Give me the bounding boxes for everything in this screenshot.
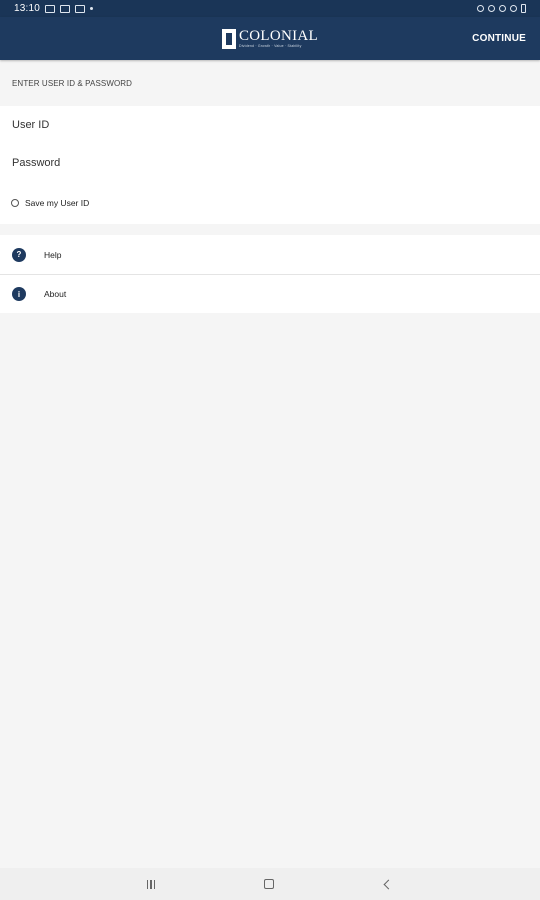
home-icon xyxy=(264,879,274,889)
mute-icon xyxy=(477,5,484,12)
login-form-card: Save my User ID xyxy=(0,106,540,224)
menu-item-label: Help xyxy=(44,249,62,260)
save-user-id-checkbox[interactable] xyxy=(11,199,19,207)
user-id-input[interactable] xyxy=(0,106,540,144)
colonial-logo: COLONIAL Dividend · Growth · Value · Sta… xyxy=(221,27,319,49)
screen: 13:10 COLONIAL Dividend · Growth · Value… xyxy=(0,0,540,900)
battery-icon xyxy=(521,4,526,13)
help-icon: ? xyxy=(12,247,26,262)
notification-icon xyxy=(45,4,56,13)
login-section-title: ENTER USER ID & PASSWORD xyxy=(12,78,133,88)
menu-item-help[interactable]: ? Help xyxy=(0,235,540,274)
signal-icon xyxy=(510,5,517,12)
more-dot-icon xyxy=(90,7,94,10)
logo-text: COLONIAL xyxy=(238,27,319,44)
image-icon xyxy=(75,4,86,13)
recent-apps-button[interactable] xyxy=(131,868,171,900)
continue-button[interactable]: CONTINUE xyxy=(472,17,526,60)
status-bar: 13:10 xyxy=(0,0,540,17)
chat-icon xyxy=(60,4,71,13)
logo-tagline: Dividend · Growth · Value · Stability xyxy=(238,43,302,48)
menu-card: ? Help i About xyxy=(0,235,540,313)
menu-item-label: About xyxy=(44,289,67,299)
home-button[interactable] xyxy=(249,868,289,900)
recent-apps-icon xyxy=(146,879,156,889)
back-button[interactable] xyxy=(367,868,407,900)
password-input[interactable] xyxy=(0,144,540,182)
logo-text-wrap: COLONIAL Dividend · Growth · Value · Sta… xyxy=(238,27,319,49)
back-chevron-icon xyxy=(383,879,394,889)
system-nav-bar xyxy=(0,868,540,900)
location-icon xyxy=(488,5,495,12)
status-right xyxy=(477,4,526,13)
info-icon: i xyxy=(12,287,26,301)
app-bar: COLONIAL Dividend · Growth · Value · Sta… xyxy=(0,17,540,60)
save-user-id-toggle[interactable]: Save my User ID xyxy=(0,182,540,224)
status-time: 13:10 xyxy=(14,3,41,14)
wifi-icon xyxy=(499,5,506,12)
save-user-id-label: Save my User ID xyxy=(25,198,90,208)
status-left: 13:10 xyxy=(14,3,94,14)
menu-item-about[interactable]: i About xyxy=(0,274,540,313)
logo-mark-icon xyxy=(221,28,236,49)
